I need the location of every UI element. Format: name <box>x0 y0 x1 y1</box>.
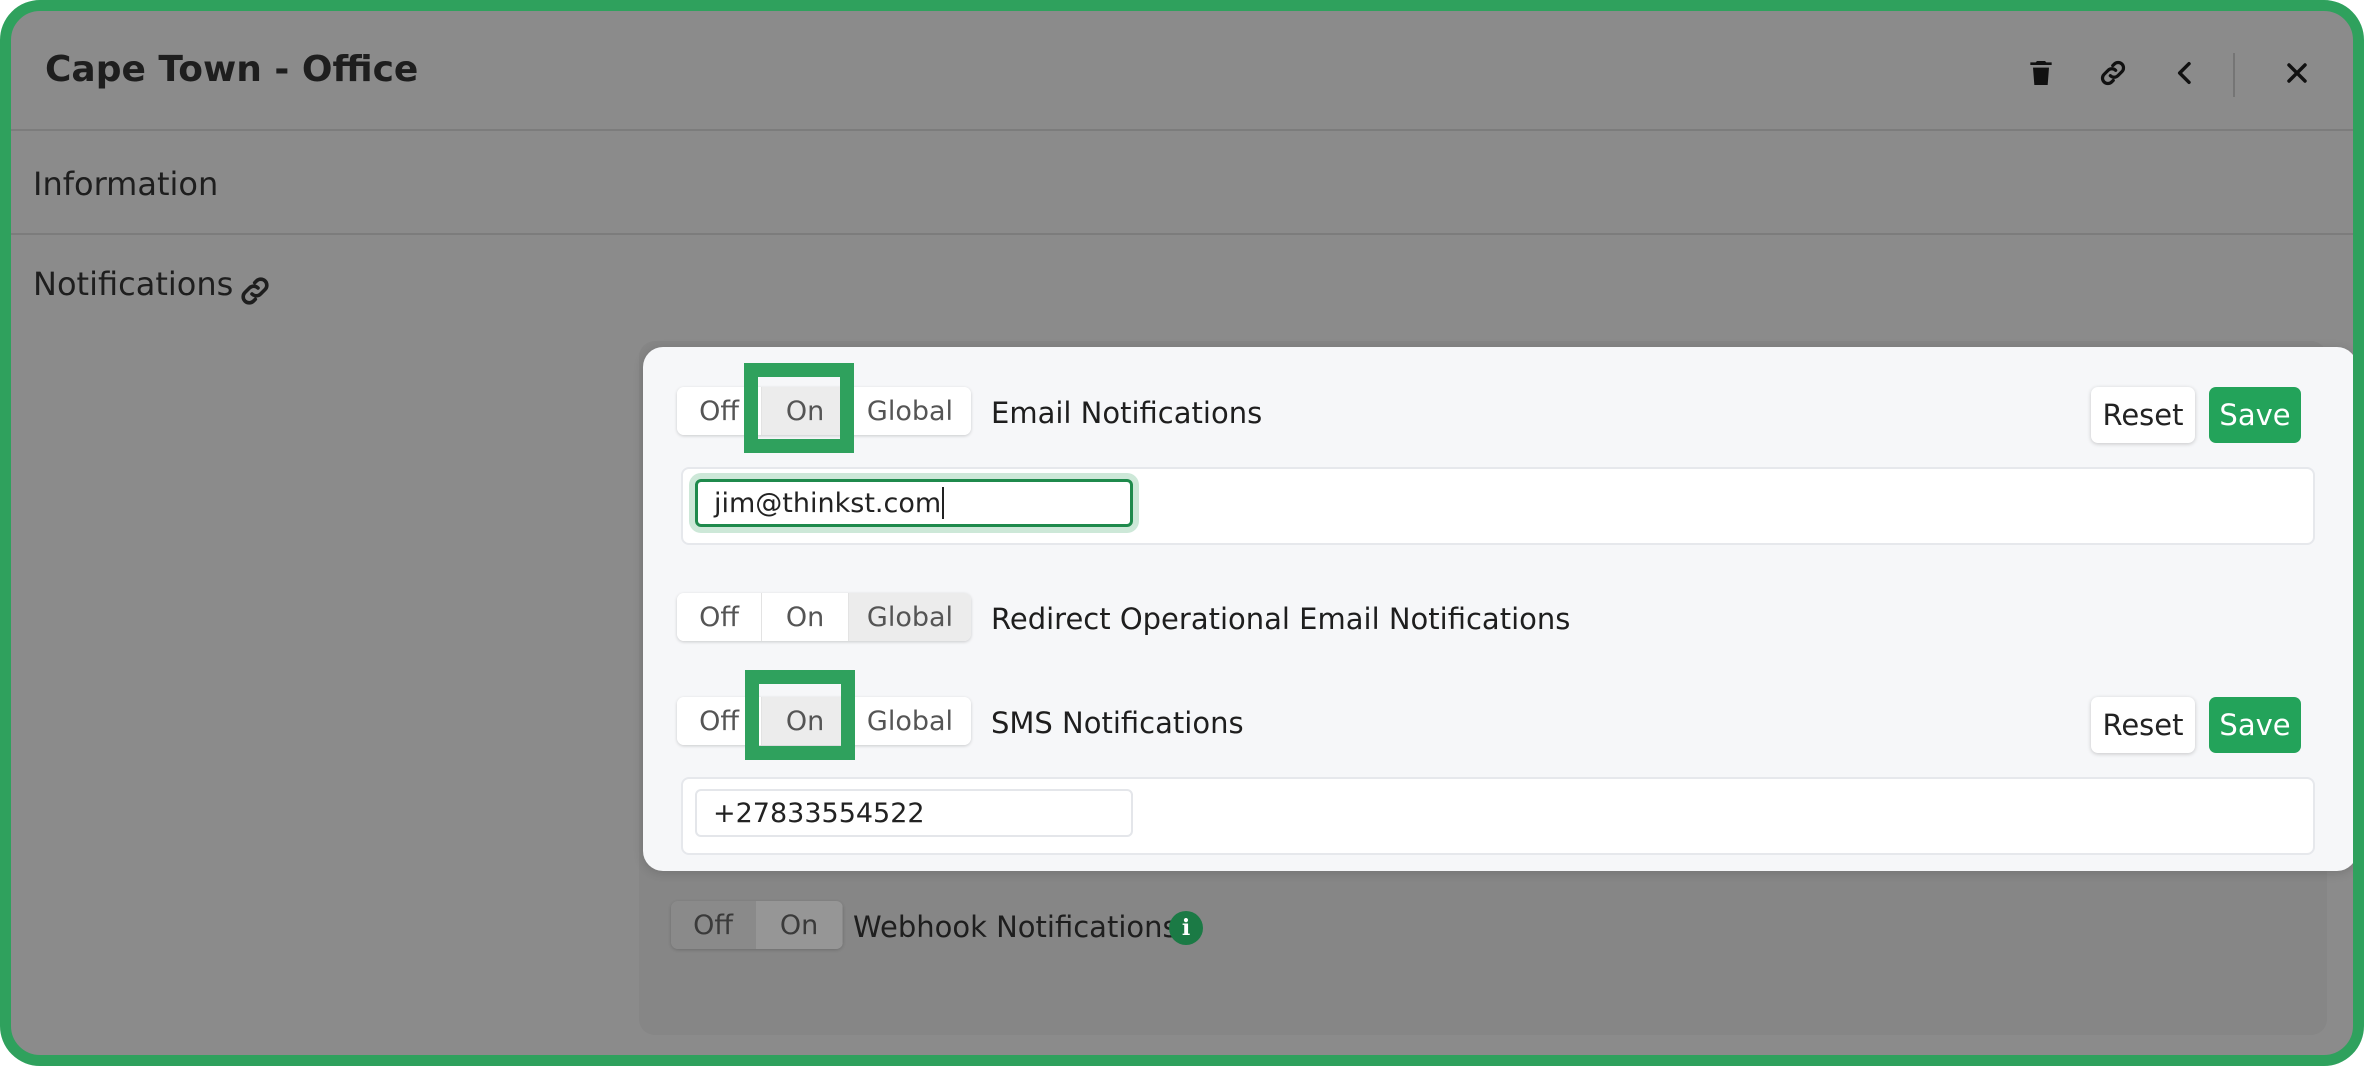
section-information-label: Information <box>33 165 219 203</box>
sms-reset-button[interactable]: Reset <box>2091 697 2195 753</box>
email-off-option[interactable]: Off <box>677 387 762 435</box>
notifications-link-icon[interactable] <box>237 273 273 309</box>
email-save-button[interactable]: Save <box>2209 387 2301 443</box>
notifications-modal: Off On Global Email Notifications Reset … <box>643 347 2353 871</box>
email-input-container: jim@thinkst.com <box>681 467 2315 545</box>
email-global-option[interactable]: Global <box>849 387 971 435</box>
email-toggle[interactable]: Off On Global <box>677 387 971 435</box>
email-on-option[interactable]: On <box>762 387 849 435</box>
delete-icon[interactable] <box>2023 55 2059 91</box>
app-window: Cape Town - Office Information Notificat… <box>0 0 2364 1066</box>
webhook-toggle[interactable]: Off On <box>671 901 843 949</box>
email-input-value: jim@thinkst.com <box>714 487 942 519</box>
email-input[interactable]: jim@thinkst.com <box>695 479 1133 527</box>
info-icon[interactable]: i <box>1169 911 1203 945</box>
email-reset-button[interactable]: Reset <box>2091 387 2195 443</box>
sms-off-option[interactable]: Off <box>677 697 762 745</box>
text-caret <box>942 487 945 519</box>
link-icon[interactable] <box>2095 55 2131 91</box>
redirect-global-option[interactable]: Global <box>849 593 971 641</box>
sms-toggle[interactable]: Off On Global <box>677 697 971 745</box>
header-divider <box>2233 53 2235 97</box>
webhook-on-option[interactable]: On <box>756 901 843 949</box>
redirect-label: Redirect Operational Email Notifications <box>991 602 1571 636</box>
sms-label: SMS Notifications <box>991 706 1244 740</box>
redirect-on-option[interactable]: On <box>762 593 849 641</box>
sms-global-option[interactable]: Global <box>849 697 971 745</box>
section-notifications-label: Notifications <box>33 265 234 303</box>
back-icon[interactable] <box>2167 55 2203 91</box>
email-label: Email Notifications <box>991 396 1263 430</box>
sms-input-container: +27833554522 <box>681 777 2315 855</box>
close-icon[interactable] <box>2279 55 2315 91</box>
redirect-off-option[interactable]: Off <box>677 593 762 641</box>
section-information[interactable]: Information <box>11 131 2353 235</box>
sms-input-value: +27833554522 <box>713 797 925 829</box>
webhook-label: Webhook Notifications <box>853 910 1178 944</box>
webhook-off-option[interactable]: Off <box>671 901 756 949</box>
sms-save-button[interactable]: Save <box>2209 697 2301 753</box>
page-title: Cape Town - Office <box>45 49 419 90</box>
window-header: Cape Town - Office <box>11 11 2353 131</box>
redirect-toggle[interactable]: Off On Global <box>677 593 971 641</box>
sms-on-option[interactable]: On <box>762 697 849 745</box>
sms-input[interactable]: +27833554522 <box>695 789 1133 837</box>
